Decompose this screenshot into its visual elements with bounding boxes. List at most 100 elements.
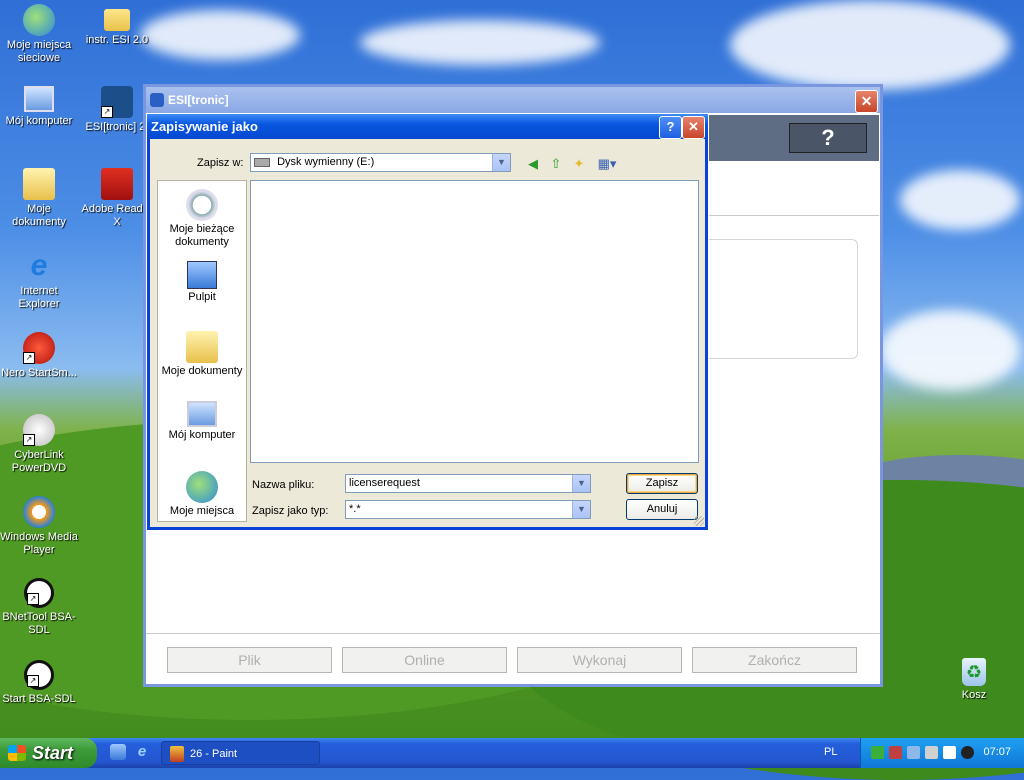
filetype-select[interactable]: *.* ▼ <box>345 500 591 519</box>
place-my-computer[interactable]: Mój komputer <box>158 401 246 442</box>
desktop-icon-internet-explorer[interactable]: e Internet Explorer <box>0 250 78 311</box>
my-documents-icon <box>186 331 218 363</box>
desktop-icon-label: Internet Explorer <box>18 285 60 310</box>
language-indicator[interactable]: PL <box>824 746 837 758</box>
shortcut-arrow-icon: ↗ <box>101 106 113 118</box>
bosch-icon: ↗ <box>24 660 54 690</box>
esitronic-finish-button[interactable]: Zakończ <box>692 647 857 673</box>
start-button[interactable]: Start <box>0 738 97 768</box>
esitronic-header-band: ? <box>709 115 879 161</box>
esitronic-content-panel <box>709 239 858 359</box>
filetype-value: *.* <box>349 503 361 515</box>
desktop-icon-nero[interactable]: ↗ Nero StartSm... <box>0 332 78 380</box>
tray-volume-icon[interactable] <box>907 746 920 759</box>
chevron-down-icon[interactable]: ▼ <box>572 475 590 492</box>
divider <box>146 633 880 634</box>
desktop-icon-my-computer[interactable]: Mój komputer <box>0 86 78 128</box>
desktop-icon-my-documents[interactable]: Moje dokumenty <box>0 168 78 229</box>
paint-icon <box>170 746 184 762</box>
esitronic-window-title: ESI[tronic] <box>168 93 229 107</box>
tray-device-icon[interactable] <box>925 746 938 759</box>
desktop-icon-instr-esi[interactable]: instr. ESI 2.0 <box>78 4 156 47</box>
tray-network-icon[interactable] <box>871 746 884 759</box>
taskbar-item-paint[interactable]: 26 - Paint <box>161 741 320 765</box>
dialog-close-button[interactable]: ✕ <box>682 116 705 139</box>
esitronic-file-button[interactable]: Plik <box>167 647 332 673</box>
place-label: Mój komputer <box>168 429 236 441</box>
up-folder-icon[interactable]: ⇧ <box>548 156 564 172</box>
esitronic-close-button[interactable]: ✕ <box>855 90 878 113</box>
dialog-help-button[interactable]: ? <box>659 116 682 139</box>
place-label: Moje bieżące dokumenty <box>169 223 235 248</box>
file-list[interactable] <box>250 180 699 463</box>
desktop-icon-recycle-bin[interactable]: ♻ Kosz <box>935 658 1013 702</box>
network-places-icon <box>186 471 218 503</box>
desktop-icon-powerdvd[interactable]: ↗ CyberLink PowerDVD <box>0 414 78 475</box>
divider <box>709 215 879 216</box>
save-as-titlebar[interactable]: Zapisywanie jako ? ✕ <box>147 114 708 139</box>
esitronic-titlebar[interactable]: ESI[tronic] ✕ <box>146 87 880 113</box>
place-recent-documents[interactable]: Moje bieżące dokumenty <box>158 189 246 249</box>
internet-explorer-icon[interactable]: e <box>134 744 150 760</box>
place-label: Pulpit <box>188 291 216 303</box>
desktop-icon-label: BNetTool BSA-SDL <box>2 611 76 636</box>
desktop-icon-label: Nero StartSm... <box>1 367 77 379</box>
adobe-reader-icon <box>101 168 133 200</box>
back-icon[interactable]: ◀ <box>525 156 541 172</box>
show-desktop-icon[interactable] <box>110 744 126 760</box>
windows-logo-icon <box>8 745 26 761</box>
esitronic-icon: ↗ <box>101 86 133 118</box>
desktop-icon-label: Kosz <box>961 689 987 701</box>
desktop-icon-label: Adobe Reader X <box>81 203 153 228</box>
desktop-icon-bnettool[interactable]: ↗ BNetTool BSA-SDL <box>0 578 78 637</box>
places-bar: Moje bieżące dokumenty Pulpit Moje dokum… <box>157 180 247 522</box>
cancel-button[interactable]: Anuluj <box>626 499 698 520</box>
desktop-icon-label: Windows Media Player <box>0 531 78 556</box>
save-button[interactable]: Zapisz <box>626 473 698 494</box>
bosch-icon: ↗ <box>24 578 54 608</box>
desktop-icon-label: CyberLink PowerDVD <box>11 449 67 474</box>
desktop-icon-network-places[interactable]: Moje miejsca sieciowe <box>0 4 78 65</box>
clock[interactable]: 07:07 <box>983 746 1011 758</box>
desktop-icon-label: Mój komputer <box>5 115 73 127</box>
esitronic-execute-button[interactable]: Wykonaj <box>517 647 682 673</box>
desktop-icon-media-player[interactable]: Windows Media Player <box>0 496 78 557</box>
tray-display-icon[interactable] <box>943 746 956 759</box>
powerdvd-icon: ↗ <box>23 414 55 446</box>
recent-documents-icon <box>186 189 218 221</box>
view-menu-icon[interactable]: ▦▾ <box>595 156 619 172</box>
filename-value: licenserequest <box>349 477 420 489</box>
shortcut-arrow-icon: ↗ <box>23 352 35 364</box>
save-in-combo[interactable]: Dysk wymienny (E:) ▼ <box>250 153 511 172</box>
place-desktop[interactable]: Pulpit <box>158 261 246 304</box>
new-folder-icon[interactable]: ✦ <box>571 156 587 172</box>
my-computer-icon <box>187 401 217 427</box>
save-in-value: Dysk wymienny (E:) <box>277 156 375 168</box>
desktop-icon-label: instr. ESI 2.0 <box>85 34 149 46</box>
esitronic-help-button[interactable]: ? <box>789 123 867 153</box>
shortcut-arrow-icon: ↗ <box>27 593 39 605</box>
shortcut-arrow-icon: ↗ <box>23 434 35 446</box>
system-tray: 07:07 <box>860 738 1024 768</box>
desktop-icon-label: ESI[tronic] 2. <box>85 121 149 133</box>
resize-grip[interactable] <box>694 516 704 526</box>
save-as-dialog: Zapisywanie jako ? ✕ Zapisz w: Dysk wymi… <box>147 114 708 530</box>
place-label: Moje miejsca <box>169 505 235 517</box>
place-my-documents[interactable]: Moje dokumenty <box>158 331 246 378</box>
media-player-icon <box>23 496 55 528</box>
desktop-icon-label: Start BSA-SDL <box>2 693 76 705</box>
chevron-down-icon: ▼ <box>492 154 510 171</box>
place-network[interactable]: Moje miejsca <box>158 471 246 518</box>
chevron-down-icon: ▼ <box>572 501 590 518</box>
filename-input[interactable]: licenserequest ▼ <box>345 474 591 493</box>
esitronic-online-button[interactable]: Online <box>342 647 507 673</box>
folder-icon <box>104 9 130 31</box>
tray-security-icon[interactable] <box>889 746 902 759</box>
recycle-bin-icon: ♻ <box>962 658 986 686</box>
tray-app-icon[interactable] <box>961 746 974 759</box>
network-places-icon <box>23 4 55 36</box>
save-as-title: Zapisywanie jako <box>151 119 258 134</box>
desktop-icon-start-bsa[interactable]: ↗ Start BSA-SDL <box>0 660 78 706</box>
filetype-label: Zapisz jako typ: <box>252 505 329 517</box>
nero-icon: ↗ <box>23 332 55 364</box>
